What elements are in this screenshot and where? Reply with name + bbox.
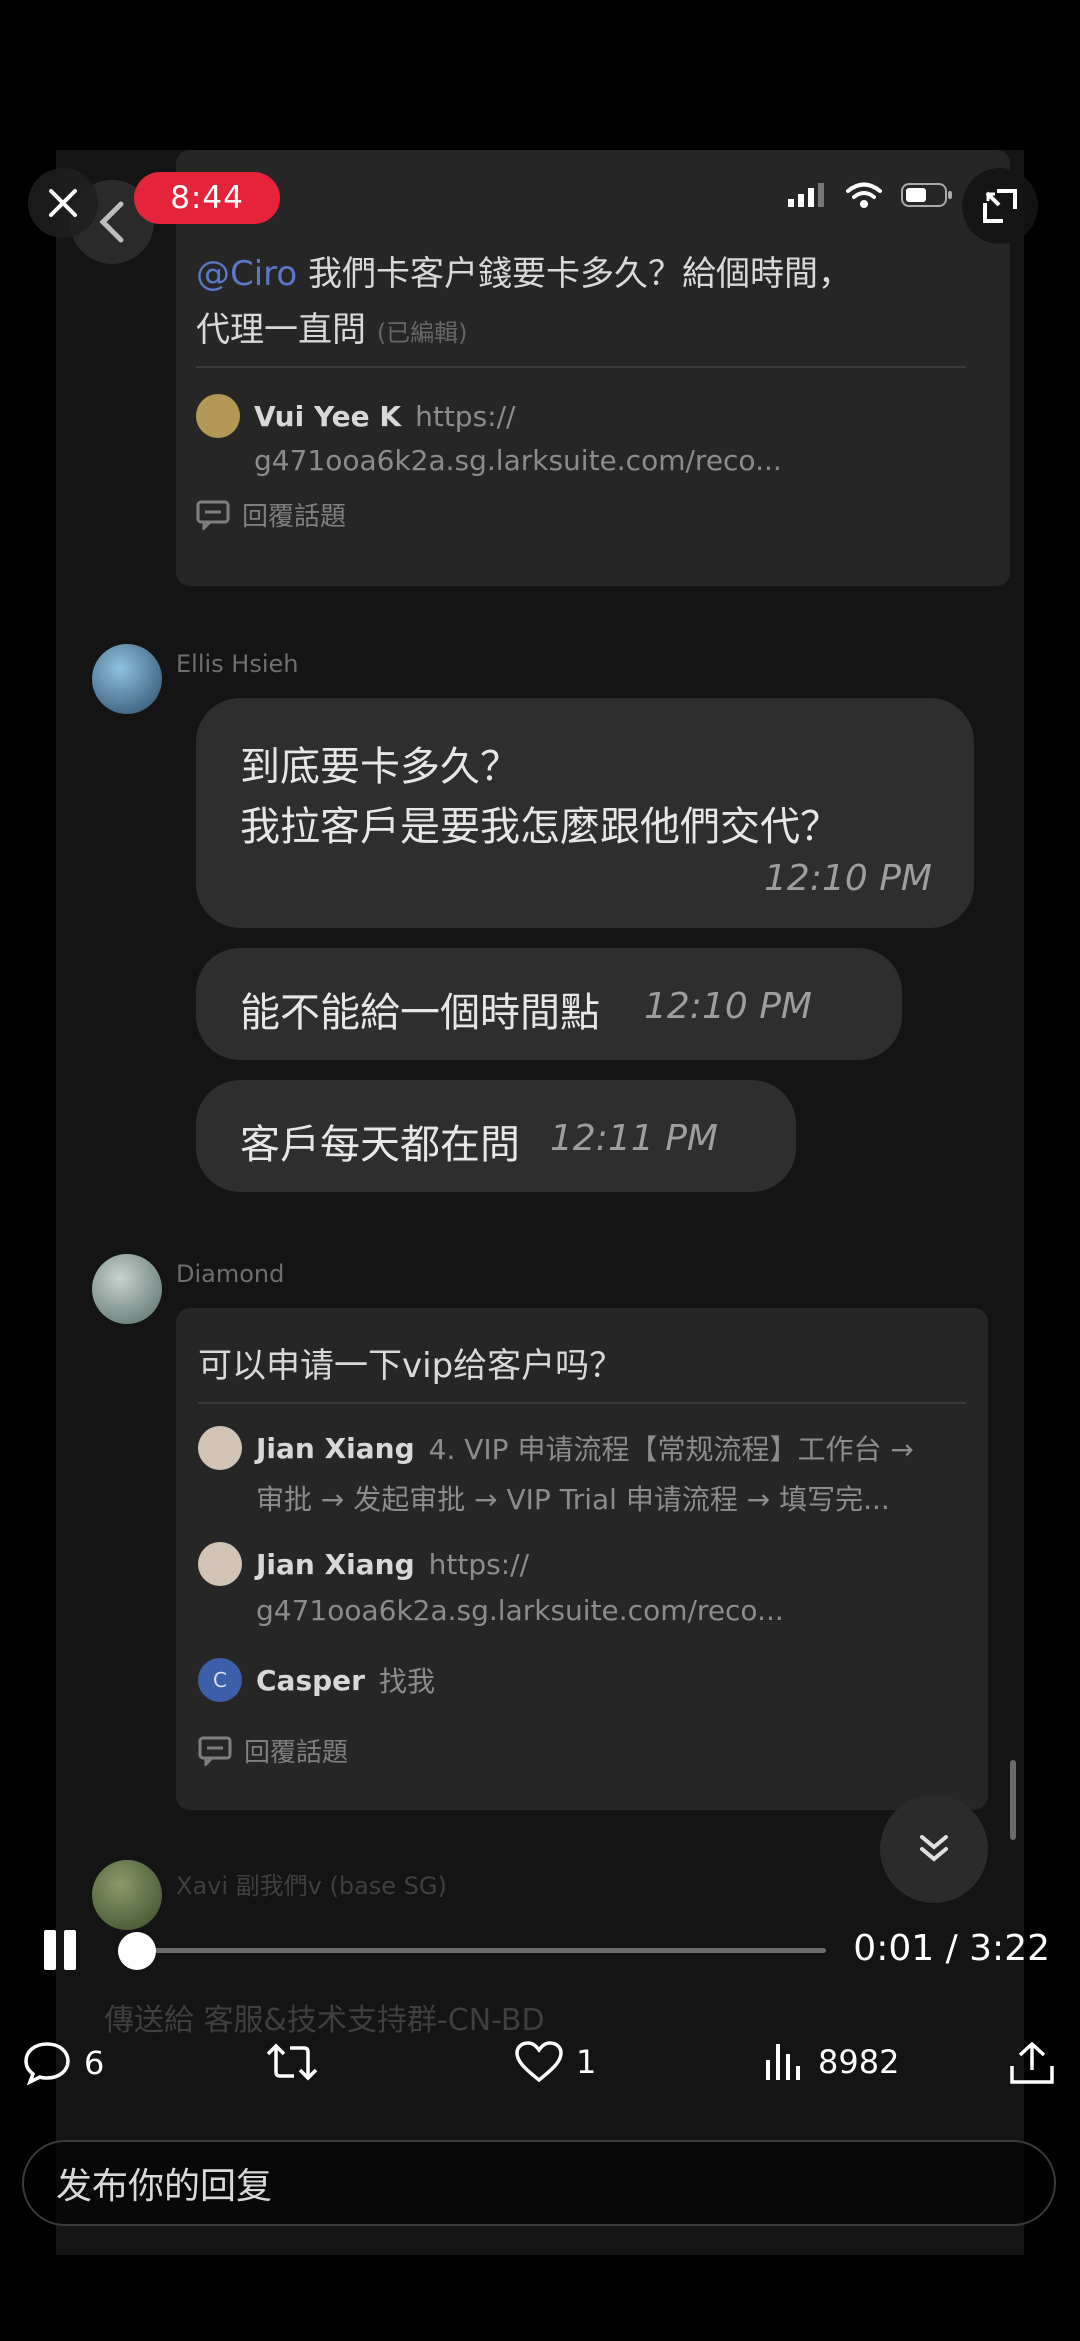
- close-icon: [49, 189, 77, 217]
- message-bubble: 客戶每天都在問 12:11 PM: [196, 1080, 796, 1192]
- comment-icon: [196, 500, 230, 530]
- avatar: [198, 1426, 242, 1470]
- share-button[interactable]: [1008, 2040, 1056, 2086]
- avatar[interactable]: [92, 1860, 162, 1930]
- heart-icon: [515, 2041, 563, 2083]
- comment-icon: [198, 1736, 232, 1766]
- comment-bubble-icon: [24, 2042, 70, 2086]
- reply-row[interactable]: C Casper 找我: [198, 1658, 435, 1702]
- battery-icon: [901, 183, 952, 207]
- composer-placeholder: 傳送給 客服&技术支持群-CN-BD: [104, 2003, 545, 2038]
- message-card-diamond: 可以申请一下vip给客户吗？ Jian Xiang 4. VIP 申请流程【常规…: [176, 1308, 988, 1810]
- wifi-icon: [846, 182, 882, 208]
- message-bubble: 到底要卡多久？ 我拉客戶是要我怎麼跟他們交代？ 12:10 PM: [196, 698, 974, 928]
- pause-icon-bar: [64, 1930, 76, 1970]
- message-text: @Ciro 我們卡客户錢要卡多久？給個時間，: [196, 254, 853, 294]
- reply-row[interactable]: Jian Xiang https://: [198, 1542, 529, 1586]
- progress-track[interactable]: [134, 1948, 826, 1953]
- avatar: [198, 1542, 242, 1586]
- timestamp: 12:11 PM: [550, 1118, 718, 1159]
- status-icons: [786, 180, 954, 210]
- reply-link[interactable]: g471ooa6k2a.sg.larksuite.com/reco...: [254, 444, 782, 477]
- close-button[interactable]: [28, 168, 98, 238]
- avatar[interactable]: [92, 644, 162, 714]
- repost-icon: [266, 2043, 318, 2081]
- repost-button[interactable]: [264, 2040, 332, 2084]
- time-readout: 0:01 / 3:22: [853, 1928, 1050, 1969]
- views-button[interactable]: 8982: [762, 2040, 899, 2084]
- fullscreen-exit-icon: [983, 189, 1017, 223]
- share-icon: [1010, 2041, 1054, 2084]
- message-card-ciro: @Ciro 我們卡客户錢要卡多久？給個時間， 代理一直問 (已編輯) Vui Y…: [176, 150, 1010, 586]
- expand-button[interactable]: [962, 168, 1038, 244]
- message-bubble: 能不能給一個時間點 12:10 PM: [196, 948, 902, 1060]
- user-name: Xavi 副我們v (base SG): [176, 1872, 447, 1900]
- mention[interactable]: @Ciro: [196, 254, 297, 294]
- divider: [198, 1402, 966, 1404]
- message-text: 可以申请一下vip给客户吗？: [198, 1346, 624, 1386]
- pause-button[interactable]: [44, 1930, 76, 1970]
- chevron-left-icon: [99, 201, 124, 243]
- like-button[interactable]: 1: [514, 2040, 596, 2084]
- comment-button[interactable]: 6: [22, 2040, 104, 2086]
- divider: [196, 366, 966, 368]
- reply-row[interactable]: Vui Yee K https://: [196, 394, 515, 438]
- signal-icon: [788, 183, 824, 207]
- timestamp: 12:10 PM: [764, 858, 932, 899]
- reply-row[interactable]: Jian Xiang 4. VIP 申请流程【常规流程】工作台 →: [198, 1426, 914, 1470]
- scroll-to-bottom-button[interactable]: [880, 1795, 988, 1903]
- status-time: 8:44: [134, 172, 280, 224]
- double-chevron-down-icon: [920, 1835, 948, 1862]
- user-name: Ellis Hsieh: [176, 650, 299, 678]
- bar-chart-icon: [766, 2044, 800, 2080]
- reply-thread-link[interactable]: 回覆話題: [196, 496, 346, 533]
- avatar[interactable]: [92, 1254, 162, 1324]
- reply-input[interactable]: 发布你的回复: [22, 2140, 1056, 2226]
- reply-link[interactable]: g471ooa6k2a.sg.larksuite.com/reco...: [256, 1594, 784, 1627]
- user-name: Diamond: [176, 1260, 285, 1288]
- scrollbar[interactable]: [1010, 1760, 1016, 1840]
- avatar: [196, 394, 240, 438]
- pause-icon-bar: [44, 1930, 56, 1970]
- avatar: C: [198, 1658, 242, 1702]
- edited-label: (已編輯): [376, 319, 468, 347]
- reply-thread-link[interactable]: 回覆話題: [198, 1732, 348, 1769]
- timestamp: 12:10 PM: [644, 986, 812, 1027]
